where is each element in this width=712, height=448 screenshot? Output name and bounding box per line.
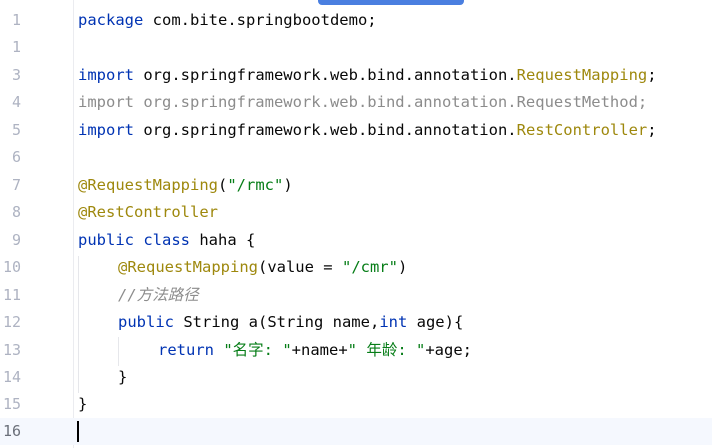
- line-number: 4: [11, 93, 21, 111]
- code-comment: //方法路径: [118, 286, 199, 304]
- line-number: 1: [11, 38, 21, 56]
- code-line-5[interactable]: 5 import org.springframework.web.bind.an…: [0, 117, 712, 144]
- code-line-2[interactable]: 1: [0, 34, 712, 61]
- code-line-3[interactable]: 3 import org.springframework.web.bind.an…: [0, 62, 712, 89]
- code-text: public class haha {: [78, 231, 256, 249]
- line-number: 7: [11, 176, 21, 194]
- code-text: import org.springframework.web.bind.anno…: [78, 121, 657, 139]
- code-line-10[interactable]: 10 @RequestMapping(value = "/cmr"): [0, 254, 712, 281]
- code-line-13[interactable]: 13 return "名字: "+name+" 年龄: "+age;: [0, 337, 712, 364]
- code-text: package com.bite.springbootdemo;: [78, 11, 377, 29]
- line-number: 15: [2, 395, 21, 413]
- line-number: 5: [11, 121, 21, 139]
- line-number: 12: [2, 313, 21, 331]
- code-line-12[interactable]: 12 public String a(String name,int age){: [0, 309, 712, 336]
- code-text: public String a(String name,int age){: [118, 313, 464, 331]
- code-line-8[interactable]: 8 @RestController: [0, 199, 712, 226]
- code-text: import org.springframework.web.bind.anno…: [78, 66, 657, 84]
- code-line-16-current[interactable]: 16: [0, 418, 712, 445]
- code-line-6[interactable]: 6: [0, 144, 712, 171]
- scroll-indicator[interactable]: [318, 0, 464, 5]
- code-text: @RestController: [78, 203, 218, 221]
- code-text: @RequestMapping(value = "/cmr"): [118, 258, 408, 276]
- line-number: 1: [11, 11, 21, 29]
- code-line-4[interactable]: 4 import org.springframework.web.bind.an…: [0, 89, 712, 116]
- line-number: 14: [2, 368, 21, 386]
- code-line-7[interactable]: 7 @RequestMapping("/rmc"): [0, 172, 712, 199]
- line-number: 13: [2, 341, 21, 359]
- text-caret: [77, 421, 79, 442]
- code-text: }: [78, 395, 88, 413]
- code-line-11[interactable]: 11 //方法路径: [0, 282, 712, 309]
- line-number: 9: [11, 231, 21, 249]
- code-text: return "名字: "+name+" 年龄: "+age;: [158, 341, 473, 359]
- line-number: 6: [11, 148, 21, 166]
- code-line-15[interactable]: 15 }: [0, 391, 712, 418]
- code-text-unused-import: import org.springframework.web.bind.anno…: [78, 93, 648, 111]
- line-number: 8: [11, 203, 21, 221]
- code-line-14[interactable]: 14 }: [0, 364, 712, 391]
- line-number: 10: [2, 258, 21, 276]
- line-number: 11: [2, 286, 21, 304]
- line-number: 16: [2, 422, 21, 440]
- code-line-1[interactable]: 1 package com.bite.springbootdemo;: [0, 7, 712, 34]
- line-number: 3: [11, 66, 21, 84]
- code-line-9[interactable]: 9 public class haha {: [0, 227, 712, 254]
- code-text: }: [118, 368, 128, 386]
- code-text: @RequestMapping("/rmc"): [78, 176, 293, 194]
